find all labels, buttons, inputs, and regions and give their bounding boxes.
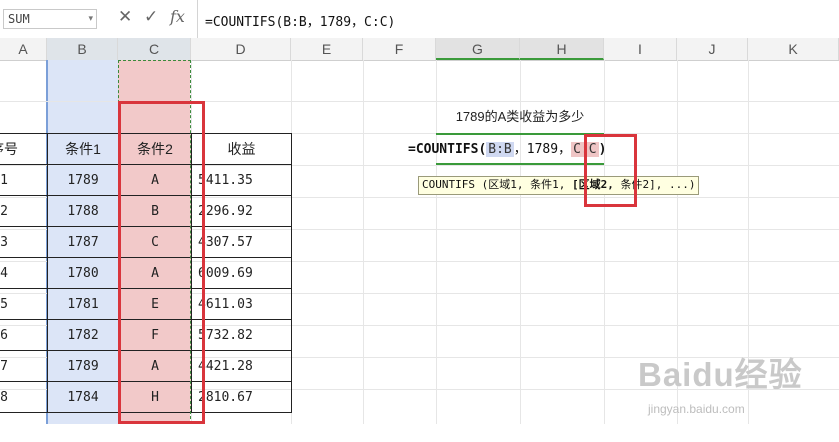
- col-header-i[interactable]: I: [604, 38, 677, 60]
- cell-revenue[interactable]: 2296.92: [191, 195, 292, 227]
- formula-input[interactable]: =COUNTIFS(B:B，1789，C:C): [197, 0, 839, 38]
- col-header-h[interactable]: H: [520, 38, 604, 60]
- col-header-d[interactable]: D: [191, 38, 291, 60]
- cell-id[interactable]: 2: [0, 195, 48, 227]
- sheet-grid[interactable]: 序号 条件1 条件2 收益 1 1789 A 5411.35 2 1788 B …: [0, 60, 839, 424]
- cell-revenue[interactable]: 5411.35: [191, 164, 292, 196]
- col-header-b[interactable]: B: [47, 38, 118, 60]
- column-headers: A B C D E F G H I J K: [0, 38, 839, 61]
- name-box-value: SUM: [8, 12, 30, 26]
- function-tooltip: COUNTIFS (区域1, 条件1, [区域2, 条件2], ...): [418, 176, 700, 195]
- cell-revenue[interactable]: 4421.28: [191, 350, 292, 382]
- cell-id[interactable]: 3: [0, 226, 48, 258]
- active-cell-formula[interactable]: =COUNTIFS(B:B ，1789， C:C): [408, 138, 606, 164]
- highlight-box-column-c: [118, 101, 205, 424]
- grid-line: [604, 60, 605, 424]
- formula-prefix: =COUNTIFS(: [408, 142, 487, 157]
- cell-revenue[interactable]: 2810.67: [191, 381, 292, 413]
- watermark-brand: Baidu经验: [638, 356, 803, 393]
- check-icon[interactable]: ✓: [144, 7, 158, 27]
- tooltip-before: COUNTIFS (区域1, 条件1,: [422, 178, 572, 191]
- col-header-c[interactable]: C: [118, 38, 191, 60]
- fx-icon[interactable]: fx: [170, 7, 185, 26]
- cell-header-cond1[interactable]: 条件1: [47, 133, 119, 165]
- chevron-down-icon[interactable]: ▾: [88, 13, 93, 24]
- active-cell-border: [436, 163, 604, 165]
- close-icon[interactable]: ✕: [118, 7, 132, 27]
- cell-header-revenue[interactable]: 收益: [191, 133, 292, 165]
- question-cell[interactable]: 1789的A类收益为多少: [436, 106, 604, 135]
- formula-mid: ，1789，: [513, 142, 572, 157]
- col-header-j[interactable]: J: [677, 38, 748, 60]
- col-header-a[interactable]: A: [0, 38, 47, 60]
- cell-id[interactable]: 6: [0, 319, 48, 351]
- formula-bar: SUM ▾ ✕ ✓ fx =COUNTIFS(B:B，1789，C:C): [0, 0, 839, 39]
- cell-id[interactable]: 4: [0, 257, 48, 289]
- highlight-box-formula-ref: [584, 134, 637, 207]
- cell-cond1[interactable]: 1782: [47, 319, 119, 351]
- watermark-url: jingyan.baidu.com: [648, 402, 745, 416]
- cell-cond1[interactable]: 1781: [47, 288, 119, 320]
- cell-id[interactable]: 5: [0, 288, 48, 320]
- cell-header-id[interactable]: 序号: [0, 133, 48, 165]
- cell-cond1[interactable]: 1784: [47, 381, 119, 413]
- cell-id[interactable]: 7: [0, 350, 48, 382]
- col-header-k[interactable]: K: [748, 38, 839, 60]
- name-box[interactable]: SUM ▾: [3, 9, 97, 29]
- cell-cond1[interactable]: 1789: [47, 164, 119, 196]
- col-header-e[interactable]: E: [291, 38, 363, 60]
- watermark: Baidu经验 jingyan.baidu.com: [632, 332, 832, 442]
- col-header-g[interactable]: G: [436, 38, 520, 60]
- cell-id[interactable]: 1: [0, 164, 48, 196]
- cell-revenue[interactable]: 6009.69: [191, 257, 292, 289]
- cell-revenue[interactable]: 4611.03: [191, 288, 292, 320]
- cell-id[interactable]: 8: [0, 381, 48, 413]
- cell-cond1[interactable]: 1780: [47, 257, 119, 289]
- formula-text: =COUNTIFS(B:B，1789，C:C): [205, 15, 396, 30]
- cell-cond1[interactable]: 1787: [47, 226, 119, 258]
- formula-ref-b: B:B: [486, 142, 514, 157]
- col-header-f[interactable]: F: [363, 38, 436, 60]
- cell-cond1[interactable]: 1788: [47, 195, 119, 227]
- grid-line: [363, 60, 364, 424]
- cell-cond1[interactable]: 1789: [47, 350, 119, 382]
- cell-revenue[interactable]: 5732.82: [191, 319, 292, 351]
- cell-revenue[interactable]: 4307.57: [191, 226, 292, 258]
